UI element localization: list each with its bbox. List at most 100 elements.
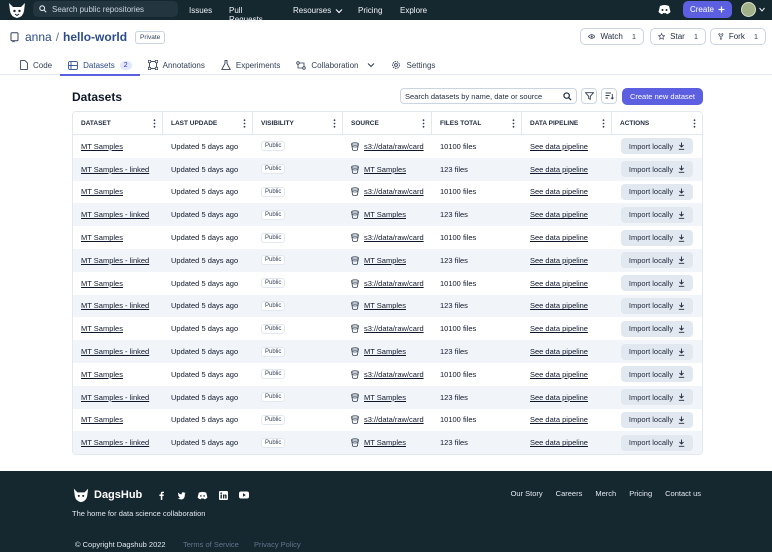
data-pipeline-link[interactable]: See data pipeline	[522, 256, 612, 265]
tab-experiments[interactable]: Experiments	[213, 55, 288, 75]
import-locally-button[interactable]: Import locally	[621, 275, 693, 292]
discord-icon[interactable]	[658, 4, 671, 15]
tab-settings[interactable]: Settings	[383, 55, 443, 75]
column-header-last-update[interactable]: LAST UPDADE	[163, 112, 253, 134]
tab-collaboration[interactable]: Collaboration	[288, 55, 383, 75]
import-locally-button[interactable]: Import locally	[621, 252, 693, 269]
source-link[interactable]: s3://data/raw/card	[364, 279, 424, 288]
import-locally-button[interactable]: Import locally	[621, 411, 693, 428]
dataset-name-link[interactable]: MT Samples - linked	[73, 256, 163, 265]
data-pipeline-link[interactable]: See data pipeline	[522, 301, 612, 310]
global-search-input[interactable]: Search public repositories	[33, 1, 178, 17]
source-link[interactable]: MT Samples	[364, 301, 406, 310]
watch-button[interactable]: Watch 1	[580, 28, 644, 45]
dagshub-logo-icon[interactable]	[7, 1, 27, 19]
kebab-menu-icon[interactable]	[512, 119, 515, 128]
import-locally-button[interactable]: Import locally	[621, 206, 693, 223]
repo-name-link[interactable]: hello-world	[63, 30, 127, 44]
sort-button[interactable]	[601, 88, 617, 104]
footer-link-pricing[interactable]: Pricing	[629, 489, 652, 498]
source-link[interactable]: MT Samples	[364, 347, 406, 356]
data-pipeline-link[interactable]: See data pipeline	[522, 370, 612, 379]
kebab-menu-icon[interactable]	[422, 119, 425, 128]
dataset-name-link[interactable]: MT Samples	[73, 415, 163, 424]
footer-link-our-story[interactable]: Our Story	[511, 489, 543, 498]
import-locally-button[interactable]: Import locally	[621, 366, 693, 383]
tab-code[interactable]: Code	[12, 55, 60, 75]
footer-terms-link[interactable]: Terms of Service	[183, 540, 239, 549]
data-pipeline-link[interactable]: See data pipeline	[522, 415, 612, 424]
discord-icon[interactable]	[197, 491, 208, 500]
data-pipeline-link[interactable]: See data pipeline	[522, 142, 612, 151]
source-link[interactable]: MT Samples	[364, 210, 406, 219]
dataset-name-link[interactable]: MT Samples - linked	[73, 393, 163, 402]
import-locally-button[interactable]: Import locally	[621, 389, 693, 406]
data-pipeline-link[interactable]: See data pipeline	[522, 210, 612, 219]
kebab-menu-icon[interactable]	[153, 119, 156, 128]
data-pipeline-link[interactable]: See data pipeline	[522, 393, 612, 402]
source-link[interactable]: MT Samples	[364, 165, 406, 174]
nav-explore[interactable]: Explore	[400, 6, 427, 15]
import-locally-button[interactable]: Import locally	[621, 434, 693, 451]
column-header-files-total[interactable]: FILES TOTAL	[432, 112, 522, 134]
star-button[interactable]: Star 1	[650, 28, 706, 45]
import-locally-button[interactable]: Import locally	[621, 229, 693, 246]
data-pipeline-link[interactable]: See data pipeline	[522, 165, 612, 174]
source-link[interactable]: s3://data/raw/card	[364, 370, 424, 379]
kebab-menu-icon[interactable]	[693, 119, 696, 128]
facebook-icon[interactable]	[157, 491, 166, 500]
data-pipeline-link[interactable]: See data pipeline	[522, 347, 612, 356]
source-link[interactable]: s3://data/raw/card	[364, 233, 424, 242]
kebab-menu-icon[interactable]	[333, 119, 336, 128]
data-pipeline-link[interactable]: See data pipeline	[522, 233, 612, 242]
data-pipeline-link[interactable]: See data pipeline	[522, 187, 612, 196]
import-locally-button[interactable]: Import locally	[621, 343, 693, 360]
source-link[interactable]: s3://data/raw/card	[364, 415, 424, 424]
user-avatar[interactable]	[741, 2, 756, 17]
footer-link-careers[interactable]: Careers	[556, 489, 583, 498]
repo-owner-link[interactable]: anna	[25, 30, 52, 44]
data-pipeline-link[interactable]: See data pipeline	[522, 324, 612, 333]
dataset-name-link[interactable]: MT Samples	[73, 187, 163, 196]
footer-link-merch[interactable]: Merch	[595, 489, 616, 498]
dataset-name-link[interactable]: MT Samples	[73, 324, 163, 333]
nav-resources[interactable]: Resourses	[293, 6, 343, 15]
fork-button[interactable]: Fork 1	[710, 28, 766, 45]
import-locally-button[interactable]: Import locally	[621, 183, 693, 200]
import-locally-button[interactable]: Import locally	[621, 138, 693, 155]
dataset-name-link[interactable]: MT Samples - linked	[73, 210, 163, 219]
source-link[interactable]: s3://data/raw/card	[364, 142, 424, 151]
chevron-down-icon[interactable]	[759, 7, 765, 12]
column-header-data-pipeline[interactable]: DATA PIPELINE	[522, 112, 612, 134]
dataset-name-link[interactable]: MT Samples - linked	[73, 165, 163, 174]
dataset-name-link[interactable]: MT Samples - linked	[73, 347, 163, 356]
twitter-icon[interactable]	[177, 491, 186, 500]
dataset-name-link[interactable]: MT Samples - linked	[73, 301, 163, 310]
dataset-search-input[interactable]: Search datasets by name, date or source	[400, 88, 577, 104]
source-link[interactable]: MT Samples	[364, 256, 406, 265]
dataset-name-link[interactable]: MT Samples	[73, 142, 163, 151]
tab-datasets[interactable]: Datasets 2	[60, 55, 141, 76]
kebab-menu-icon[interactable]	[602, 119, 605, 128]
tab-annotations[interactable]: Annotations	[140, 55, 213, 75]
linkedin-icon[interactable]	[219, 491, 228, 500]
source-link[interactable]: s3://data/raw/card	[364, 187, 424, 196]
footer-link-contact-us[interactable]: Contact us	[665, 489, 701, 498]
data-pipeline-link[interactable]: See data pipeline	[522, 279, 612, 288]
filter-button[interactable]	[581, 88, 597, 104]
create-button[interactable]: Create	[683, 1, 732, 18]
import-locally-button[interactable]: Import locally	[621, 320, 693, 337]
nav-pricing[interactable]: Pricing	[358, 6, 382, 15]
dataset-name-link[interactable]: MT Samples	[73, 370, 163, 379]
import-locally-button[interactable]: Import locally	[621, 297, 693, 314]
column-header-actions[interactable]: ACTIONS	[612, 112, 702, 134]
source-link[interactable]: MT Samples	[364, 393, 406, 402]
dataset-name-link[interactable]: MT Samples - linked	[73, 438, 163, 447]
import-locally-button[interactable]: Import locally	[621, 161, 693, 178]
create-new-dataset-button[interactable]: Create new dataset	[622, 88, 703, 105]
footer-privacy-link[interactable]: Privacy Policy	[254, 540, 301, 549]
dataset-name-link[interactable]: MT Samples	[73, 233, 163, 242]
source-link[interactable]: s3://data/raw/card	[364, 324, 424, 333]
column-header-visibility[interactable]: VISIBILITY	[253, 112, 343, 134]
kebab-menu-icon[interactable]	[243, 119, 246, 128]
